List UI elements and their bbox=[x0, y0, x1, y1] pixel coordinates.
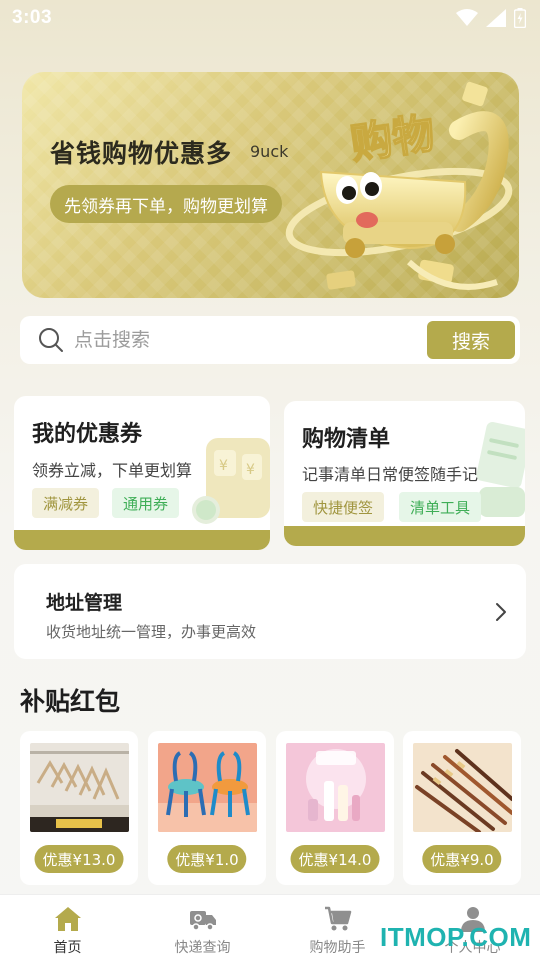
home-icon bbox=[54, 907, 81, 931]
status-icons bbox=[456, 8, 526, 28]
address-card-desc: 收货地址统一管理，办事更高效 bbox=[46, 623, 257, 641]
coupon-card-footer bbox=[14, 530, 270, 550]
product-image-kids-stools bbox=[158, 743, 257, 832]
tag-list-tool[interactable]: 清单工具 bbox=[399, 492, 482, 522]
shopping-cart-icon bbox=[324, 906, 351, 931]
shopping-cart-mascot-illustration: 购物 bbox=[285, 81, 513, 290]
tab-express-query[interactable]: 快递查询 bbox=[135, 895, 270, 960]
banner-art-text: 购物 bbox=[347, 108, 437, 168]
subsidy-section-title: 补贴红包 bbox=[20, 687, 121, 716]
battery-icon bbox=[514, 8, 526, 28]
shopping-list-card-title: 购物清单 bbox=[302, 427, 391, 452]
product-price-badge[interactable]: 优惠¥9.0 bbox=[422, 845, 502, 873]
promo-banner[interactable]: 省钱购物优惠多 9uck 先领券再下单，购物更划算 购物 bbox=[22, 72, 519, 298]
product-image-chopsticks bbox=[413, 743, 512, 832]
search-input[interactable] bbox=[74, 329, 404, 351]
address-management-card[interactable]: 地址管理 收货地址统一管理，办事更高效 bbox=[14, 564, 526, 659]
product-card[interactable]: 优惠¥1.0 bbox=[148, 731, 266, 885]
product-price-badge[interactable]: 优惠¥1.0 bbox=[167, 845, 247, 873]
search-bar: 搜索 bbox=[20, 316, 520, 364]
tab-home-label: 首页 bbox=[53, 940, 82, 956]
product-image-cosmetics bbox=[286, 743, 385, 832]
tab-express-query-label: 快递查询 bbox=[174, 940, 231, 956]
banner-subtitle-pill: 先领券再下单，购物更划算 bbox=[50, 185, 282, 223]
coupon-illustration: ¥ ¥ bbox=[192, 438, 270, 524]
coupon-card-title: 我的优惠券 bbox=[32, 422, 143, 447]
svg-text:¥: ¥ bbox=[246, 462, 255, 478]
shopping-list-card-footer bbox=[284, 526, 525, 546]
product-card[interactable]: 优惠¥13.0 bbox=[20, 731, 138, 885]
product-price-badge[interactable]: 优惠¥13.0 bbox=[34, 845, 124, 873]
tag-general-coupon[interactable]: 通用券 bbox=[112, 488, 180, 518]
tag-full-reduction-coupon[interactable]: 满减券 bbox=[32, 488, 100, 518]
address-card-title: 地址管理 bbox=[46, 592, 123, 614]
coupon-card-desc: 领券立减，下单更划算 bbox=[32, 461, 193, 480]
product-card[interactable]: 优惠¥9.0 bbox=[403, 731, 521, 885]
watermark: ITMOP.COM bbox=[380, 922, 532, 952]
product-image-hangers bbox=[30, 743, 129, 832]
status-bar: 3:03 bbox=[0, 0, 540, 36]
delivery-truck-icon bbox=[189, 911, 216, 931]
tab-home[interactable]: 首页 bbox=[0, 895, 135, 960]
wifi-icon bbox=[456, 9, 478, 26]
status-time: 3:03 bbox=[12, 7, 53, 28]
cellular-signal-icon bbox=[486, 9, 506, 27]
shopping-list-card[interactable]: 购物清单 记事清单日常便签随手记 快捷便签 清单工具 bbox=[284, 401, 525, 546]
coupon-card[interactable]: ¥ ¥ 我的优惠券 领券立减，下单更划算 满减券 通用券 bbox=[14, 396, 270, 550]
tag-quick-note[interactable]: 快捷便签 bbox=[302, 492, 385, 522]
product-price-badge[interactable]: 优惠¥14.0 bbox=[290, 845, 380, 873]
chevron-right-icon[interactable] bbox=[494, 601, 508, 623]
product-card[interactable]: 优惠¥14.0 bbox=[276, 731, 394, 885]
search-icon bbox=[39, 328, 63, 352]
search-button[interactable]: 搜索 bbox=[427, 321, 515, 359]
shopping-list-card-desc: 记事清单日常便签随手记 bbox=[302, 465, 479, 484]
svg-text:¥: ¥ bbox=[219, 458, 228, 474]
banner-title: 省钱购物优惠多 bbox=[50, 139, 233, 168]
